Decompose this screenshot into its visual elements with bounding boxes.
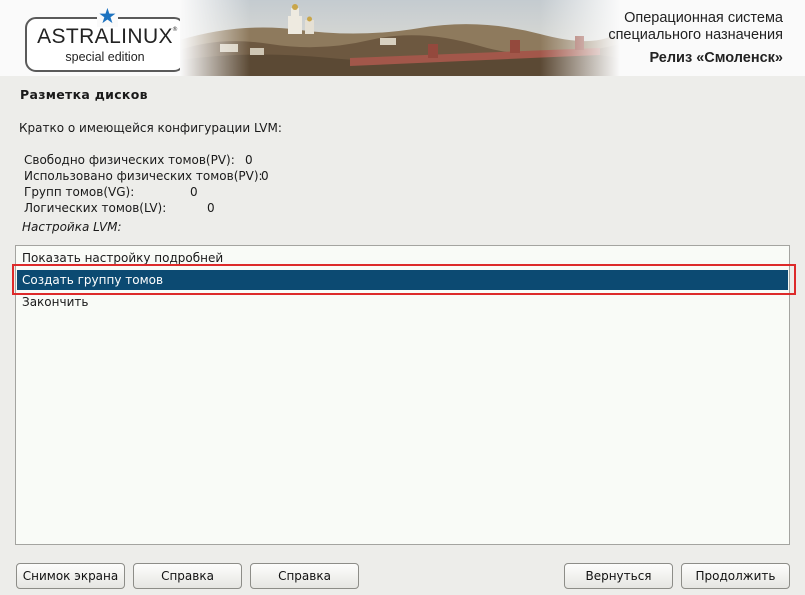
stat-label: Логических томов(LV): — [24, 201, 167, 215]
help-button[interactable]: Справка — [133, 563, 242, 589]
star-icon: ★ — [97, 4, 118, 28]
back-button[interactable]: Вернуться — [564, 563, 673, 589]
header-banner: ★ ASTRALINUX ® special edition Операцион… — [0, 0, 805, 76]
release-line-2: специального назначения — [608, 27, 783, 43]
stat-value: 0 — [261, 169, 269, 183]
page-title: Разметка дисков — [20, 87, 148, 102]
release-name: Релиз «Смоленск» — [649, 50, 783, 66]
logo-edition: special edition — [65, 50, 145, 64]
lvm-config-label: Настройка LVM: — [22, 220, 122, 234]
registered-mark: ® — [172, 26, 178, 33]
stat-value: 0 — [245, 153, 253, 167]
lvm-stats: Свободно физических томов(PV): 0 Использ… — [24, 152, 269, 216]
logo-name: ASTRALINUX — [37, 25, 173, 48]
release-info: Операционная система специального назнач… — [608, 10, 783, 66]
help-button-2[interactable]: Справка — [250, 563, 359, 589]
smolensk-panorama-image — [180, 0, 620, 76]
stat-value: 0 — [207, 201, 215, 215]
stat-value: 0 — [190, 185, 198, 199]
stat-used-pv: Использовано физических томов(PV): 0 — [24, 168, 269, 184]
option-create-volume-group[interactable]: Создать группу томов — [17, 270, 788, 290]
stat-vg: Групп томов(VG): 0 — [24, 184, 263, 200]
release-line-1: Операционная система — [624, 10, 783, 26]
stat-label: Использовано физических томов(PV): — [24, 169, 263, 183]
option-finish[interactable]: Закончить — [17, 292, 788, 312]
stat-label: Групп томов(VG): — [24, 185, 135, 199]
lvm-summary-title: Кратко о имеющейся конфигурации LVM: — [19, 121, 282, 135]
stat-lv: Логических томов(LV): 0 — [24, 200, 263, 216]
lvm-options-list[interactable]: Показать настройку подробней Создать гру… — [15, 245, 790, 545]
stat-label: Свободно физических томов(PV): — [24, 153, 235, 167]
stat-free-pv: Свободно физических томов(PV): 0 — [24, 152, 263, 168]
continue-button[interactable]: Продолжить — [681, 563, 790, 589]
option-show-details[interactable]: Показать настройку подробней — [17, 248, 788, 268]
astralinux-logo: ★ ASTRALINUX ® special edition — [25, 6, 185, 72]
screenshot-button[interactable]: Снимок экрана — [16, 563, 125, 589]
